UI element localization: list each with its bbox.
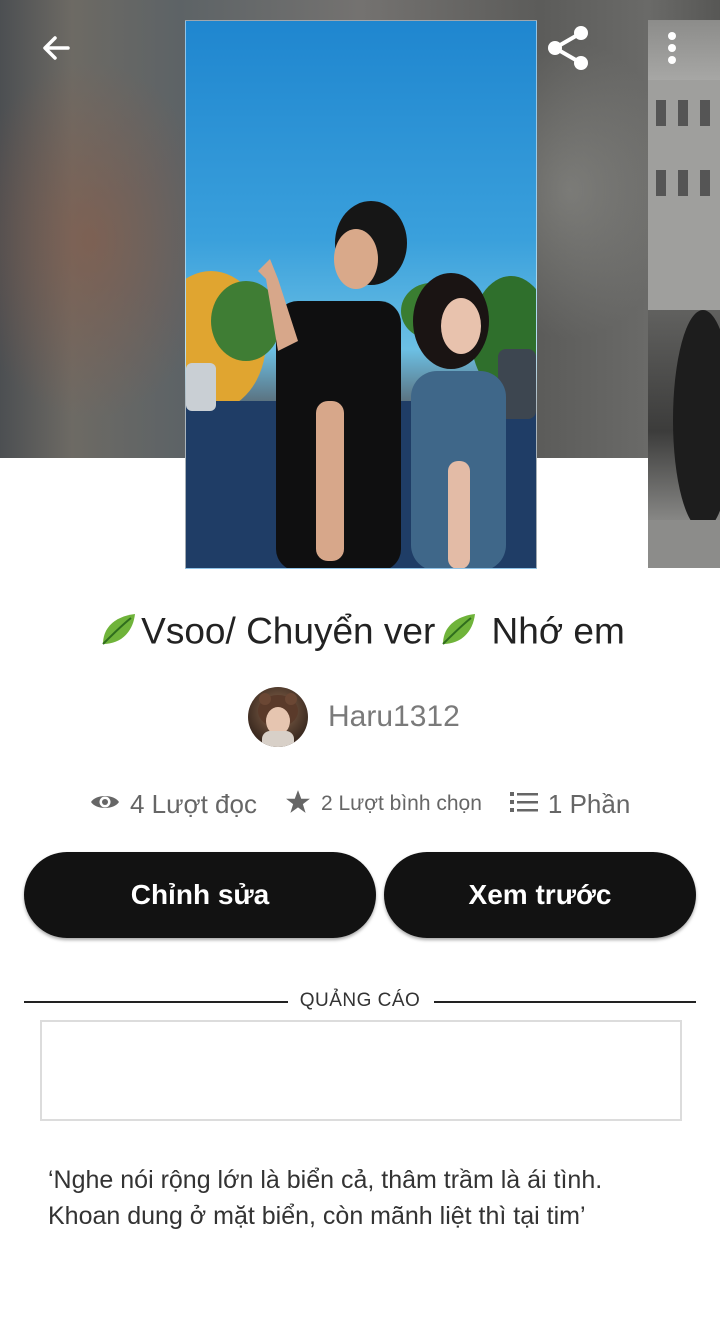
story-title: Vsoo/ Chuyển ver Nhớ em: [0, 608, 720, 659]
share-icon[interactable]: [542, 22, 594, 74]
parts-count: 1 Phần: [547, 788, 631, 819]
star-icon: [285, 789, 311, 820]
reads-stat: 4 Lượt đọc: [90, 789, 257, 820]
arrow-left-icon[interactable]: [30, 22, 82, 74]
leaf-emoji-icon: [437, 608, 479, 659]
next-story-cover-image[interactable]: [648, 20, 720, 568]
story-cover-image[interactable]: [185, 20, 537, 569]
edit-button[interactable]: Chỉnh sửa: [24, 852, 376, 938]
story-title-part2: Nhớ em: [481, 610, 625, 652]
description-line: ‘Nghe nói rộng lớn là biển cả, thâm trầm…: [48, 1166, 603, 1194]
author-row[interactable]: Haru1312: [248, 686, 460, 748]
preview-button[interactable]: Xem trước: [384, 852, 696, 938]
story-stats: 4 Lượt đọc 2 Lượt bình chọn 1 Phần: [90, 784, 630, 824]
ad-slot[interactable]: [40, 1020, 682, 1121]
ad-divider-right: [434, 1001, 696, 1003]
votes-stat: 2 Lượt bình chọn: [285, 789, 482, 820]
leaf-emoji-icon: [97, 608, 139, 659]
eye-icon: [90, 791, 120, 818]
story-description: ‘Nghe nói rộng lớn là biển cả, thâm trầm…: [48, 1162, 688, 1234]
author-name[interactable]: Haru1312: [328, 700, 460, 734]
ad-label-row: QUẢNG CÁO: [24, 988, 696, 1016]
description-line: Khoan dung ở mặt biển, còn mãnh liệt thì…: [48, 1202, 586, 1230]
story-title-part1: Vsoo/ Chuyển ver: [141, 610, 436, 652]
list-icon: [509, 791, 538, 818]
more-vertical-icon[interactable]: [646, 22, 698, 74]
reads-count: 4 Lượt đọc: [130, 788, 257, 819]
votes-count: 2 Lượt bình chọn: [320, 792, 482, 815]
parts-stat: 1 Phần: [509, 788, 631, 820]
avatar[interactable]: [248, 687, 308, 747]
